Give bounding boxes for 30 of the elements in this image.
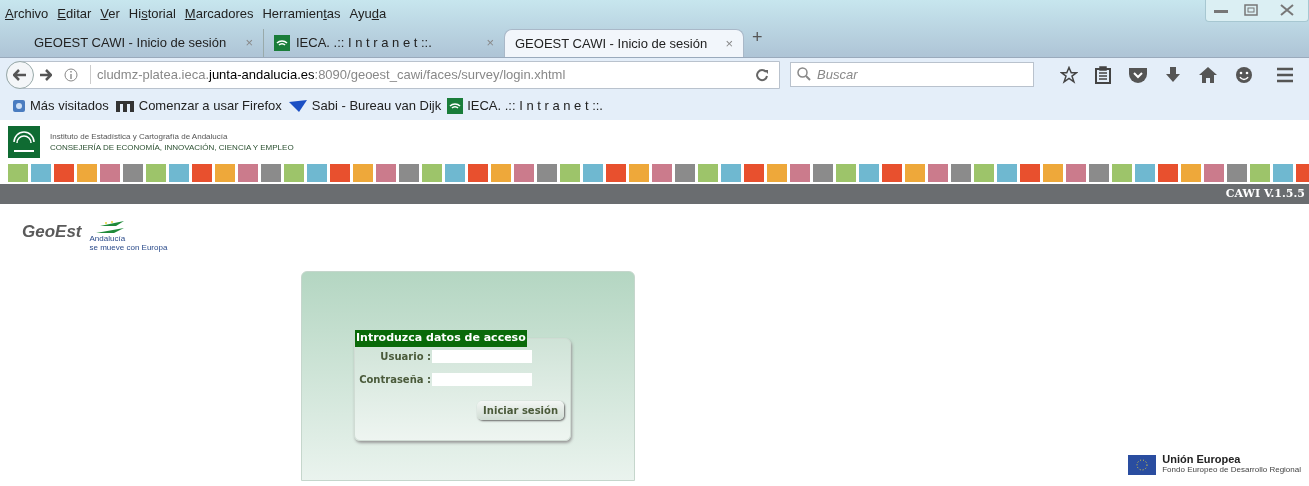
field-label: Usuario : <box>380 350 431 364</box>
field-label: Contraseña : <box>359 373 431 387</box>
institute-name: Instituto de Estadística y Cartografía de Andalucía <box>50 131 229 142</box>
eu-name: Unión Europea <box>1162 454 1242 465</box>
menu-item[interactable]: Editar <box>57 3 92 24</box>
tab-title: GEOEST CAWI - Inicio de sesión <box>515 34 708 53</box>
menu-item[interactable]: Ver <box>100 3 120 24</box>
eu-fund: Fondo Europeo de Desarrollo Regional <box>1162 465 1301 475</box>
slogan-line: Andalucía <box>89 234 127 243</box>
menu-item[interactable]: Ayuda <box>349 3 387 24</box>
browser-tab[interactable]: IECA. .:: I n t r a n e t ::. × <box>264 29 504 57</box>
slogan-line: se mueve con Europa <box>89 243 168 252</box>
bookmark-link[interactable]: Sabi - Bureau van Dijk <box>311 95 442 116</box>
search-field[interactable]: Buscar <box>790 62 1034 87</box>
menu-item[interactable]: Herramientas <box>262 3 341 24</box>
browser-tab[interactable]: GEOEST CAWI - Inicio de sesión × <box>504 29 744 57</box>
version-label: CAWI V.1.5.5 <box>1225 185 1305 202</box>
menu-item[interactable]: Archivo <box>5 3 49 24</box>
login-button[interactable]: Iniciar sesión <box>477 401 564 420</box>
bookmark-link[interactable]: IECA. .:: I n t r a n e t ::. <box>467 95 603 116</box>
tab-title: GEOEST CAWI - Inicio de sesión <box>34 34 227 53</box>
ministry-name: CONSEJERÍA DE ECONOMÍA, INNOVACIÓN, CIENCIA Y EMPLEO <box>50 142 294 153</box>
geoest-logo: GeoEst <box>22 221 82 244</box>
bookmark-link[interactable]: Comenzar a usar Firefox <box>138 95 282 116</box>
menu-item[interactable]: Marcadores <box>184 3 254 24</box>
new-tab-button[interactable]: + <box>752 24 763 51</box>
menu-item[interactable]: Historial <box>128 3 176 24</box>
tab-title: IECA. .:: I n t r a n e t ::. <box>296 34 432 53</box>
bookmark-link[interactable]: Más visitados <box>30 95 109 116</box>
form-legend: Introduzca datos de acceso <box>355 330 527 347</box>
